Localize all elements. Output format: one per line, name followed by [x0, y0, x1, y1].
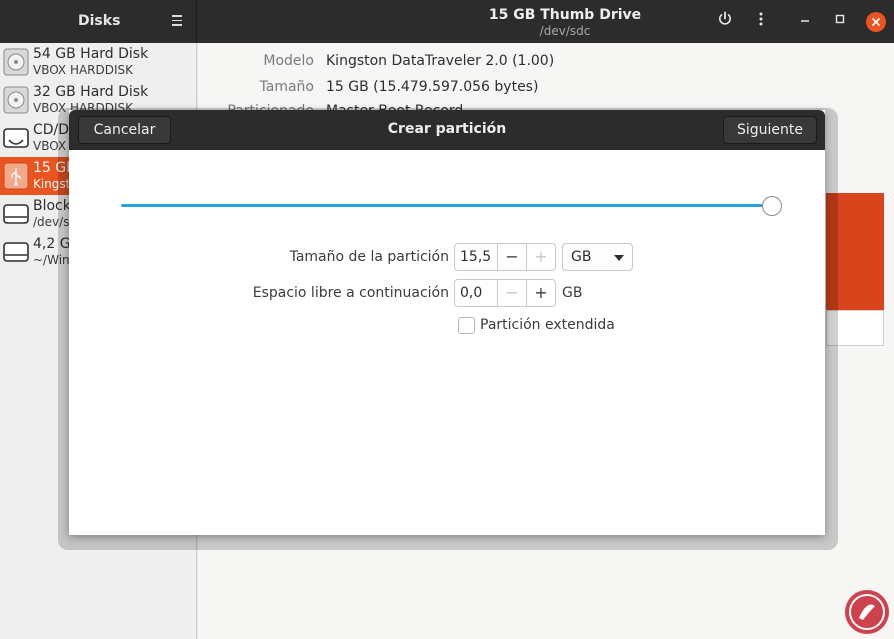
model-label: Modelo — [263, 53, 314, 69]
window-subtitle: /dev/sdc — [539, 24, 591, 38]
create-partition-dialog: Cancelar Crear partición Siguiente Tamañ… — [69, 110, 825, 535]
dialog-header: Cancelar Crear partición Siguiente — [69, 110, 825, 150]
power-icon[interactable] — [714, 11, 736, 33]
free-space-unit: GB — [562, 285, 583, 301]
extended-partition-label: Partición extendida — [480, 317, 615, 333]
free-space-value[interactable]: 0,0 — [455, 280, 497, 306]
sidebar-item-label: 32 GB Hard Disk — [33, 84, 149, 100]
header-bar: Disks 15 GB Thumb Drive /dev/sdc — [0, 0, 894, 43]
sidebar-item-sublabel: VBOX HARDDISK — [33, 63, 134, 77]
partition-size-spinbutton[interactable]: 15,5 − + — [454, 243, 556, 271]
sidebar-item-label: 54 GB Hard Disk — [33, 46, 149, 62]
kebab-menu-icon[interactable] — [750, 11, 772, 33]
hamburger-menu-icon[interactable] — [170, 12, 184, 26]
watermark-logo — [845, 590, 889, 634]
size-label: Tamaño — [259, 79, 314, 95]
decrement-button[interactable]: − — [497, 280, 526, 306]
slider-handle[interactable] — [762, 196, 782, 216]
block-device-icon — [3, 200, 29, 228]
free-space-spinbutton[interactable]: 0,0 − + — [454, 279, 556, 307]
increment-button[interactable]: + — [526, 244, 555, 270]
size-unit-dropdown[interactable]: GB — [562, 243, 633, 271]
partition-size-value[interactable]: 15,5 — [455, 244, 497, 270]
partition-size-slider[interactable] — [121, 204, 773, 207]
maximize-icon[interactable] — [829, 11, 851, 33]
dialog-title: Crear partición — [387, 121, 507, 137]
next-button[interactable]: Siguiente — [723, 116, 817, 144]
minimize-icon[interactable] — [794, 11, 816, 33]
sidebar-header: Disks — [0, 0, 197, 43]
size-unit-value: GB — [571, 249, 592, 265]
sidebar-item-54gb-disk[interactable]: 54 GB Hard Disk VBOX HARDDISK — [0, 43, 197, 81]
usb-drive-icon — [3, 162, 29, 190]
increment-button[interactable]: + — [526, 280, 555, 306]
size-value: 15 GB (15.479.597.056 bytes) — [326, 79, 539, 95]
window-title: 15 GB Thumb Drive — [488, 7, 642, 23]
decrement-button[interactable]: − — [497, 244, 526, 270]
optical-drive-icon — [3, 124, 29, 152]
extended-partition-checkbox[interactable] — [458, 317, 475, 334]
hard-disk-icon — [3, 86, 29, 114]
partition-size-label: Tamaño de la partición — [289, 249, 449, 265]
chevron-down-icon — [614, 255, 624, 261]
model-value: Kingston DataTraveler 2.0 (1.00) — [326, 53, 555, 69]
free-space-label: Espacio libre a continuación — [252, 285, 449, 301]
close-icon[interactable] — [866, 12, 886, 32]
block-device-icon — [3, 238, 29, 266]
hard-disk-icon — [3, 48, 29, 76]
app-title: Disks — [78, 13, 121, 29]
